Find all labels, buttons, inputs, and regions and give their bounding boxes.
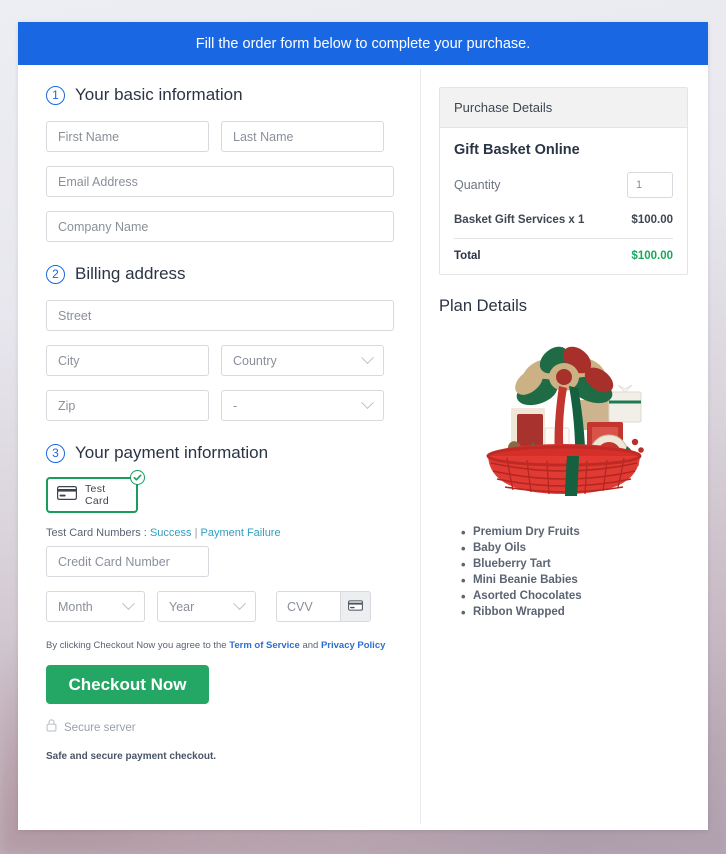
total-row: Total $100.00 <box>454 250 673 262</box>
name-row: First Name Last Name <box>46 121 396 152</box>
link-separator: | <box>194 527 198 539</box>
cvv-input[interactable]: CVV <box>276 591 340 622</box>
card-body: 1 Your basic information First Name Last… <box>18 65 708 830</box>
list-item: Baby Oils <box>461 541 688 556</box>
checkout-now-button[interactable]: Checkout Now <box>46 665 209 704</box>
credit-card-number-input[interactable]: Credit Card Number <box>46 546 209 577</box>
state-select[interactable]: - <box>221 390 384 421</box>
company-name-input[interactable]: Company Name <box>46 211 394 242</box>
test-card-failure-link[interactable]: Payment Failure <box>201 527 281 539</box>
secure-server-row: Secure server <box>46 719 396 737</box>
list-item: Ribbon Wrapped <box>461 605 688 620</box>
cvv-help-button[interactable] <box>340 591 371 622</box>
test-card-label: Test Card <box>85 483 109 507</box>
last-name-input[interactable]: Last Name <box>221 121 384 152</box>
list-item: Mini Beanie Babies <box>461 573 688 588</box>
lock-icon <box>46 719 57 737</box>
purchase-details-panel: Purchase Details Gift Basket Online Quan… <box>439 87 688 275</box>
cvv-group: CVV <box>276 591 371 622</box>
zip-state-row: Zip - <box>46 390 396 421</box>
list-item: Blueberry Tart <box>461 557 688 572</box>
expiry-month-value: Month <box>58 599 93 614</box>
expiry-cvv-row: Month Year CVV <box>46 591 396 622</box>
quantity-input[interactable]: 1 <box>627 172 673 198</box>
order-form-column: 1 Your basic information First Name Last… <box>18 65 420 830</box>
zip-input[interactable]: Zip <box>46 390 209 421</box>
test-card-success-link[interactable]: Success <box>150 527 192 539</box>
expiry-month-select[interactable]: Month <box>46 591 145 622</box>
expiry-year-value: Year <box>169 599 195 614</box>
step-number-badge-3: 3 <box>46 443 65 463</box>
section-header-payment-information: 3 Your payment information <box>46 443 396 463</box>
plan-details-title: Plan Details <box>439 297 528 315</box>
purchase-details-body: Gift Basket Online Quantity 1 Basket Gif… <box>440 128 687 274</box>
test-card-numbers-label: Test Card Numbers : <box>46 527 147 539</box>
test-card-option-wrapper: Test Card <box>46 470 145 513</box>
banner-text: Fill the order form below to complete yo… <box>195 35 531 52</box>
summary-column: Purchase Details Gift Basket Online Quan… <box>421 65 708 830</box>
terms-and: and <box>302 640 319 651</box>
section-header-basic-information: 1 Your basic information <box>46 85 396 105</box>
check-circle-icon <box>130 470 145 485</box>
checkout-card: Fill the order form below to complete yo… <box>18 22 708 830</box>
line-item-label: Basket Gift Services x 1 <box>454 214 585 226</box>
privacy-policy-link[interactable]: Privacy Policy <box>321 640 385 651</box>
state-select-value: - <box>233 398 238 413</box>
country-select[interactable]: Country <box>221 345 384 376</box>
terms-notice: By clicking Checkout Now you agree to th… <box>46 640 396 651</box>
email-address-input[interactable]: Email Address <box>46 166 394 197</box>
city-country-row: City Country <box>46 345 396 376</box>
section-header-billing-address: 2 Billing address <box>46 264 396 284</box>
total-amount: $100.00 <box>631 250 673 262</box>
safe-checkout-note: Safe and secure payment checkout. <box>46 751 217 762</box>
list-item: Asorted Chocolates <box>461 589 688 604</box>
section-title-basic-information: Your basic information <box>75 85 243 104</box>
section-title-billing-address: Billing address <box>75 264 186 283</box>
step-number-badge-1: 1 <box>46 85 65 105</box>
quantity-label: Quantity <box>454 178 501 192</box>
first-name-input[interactable]: First Name <box>46 121 209 152</box>
country-select-value: Country <box>233 353 277 368</box>
test-card-numbers-row: Test Card Numbers : Success | Payment Fa… <box>46 527 396 539</box>
term-of-service-link[interactable]: Term of Service <box>229 640 300 651</box>
chevron-down-icon <box>361 396 374 410</box>
credit-card-icon <box>57 485 77 505</box>
step-number-badge-2: 2 <box>46 264 65 284</box>
total-divider <box>454 238 673 239</box>
purchase-details-header: Purchase Details <box>440 88 687 128</box>
total-label: Total <box>454 250 481 262</box>
section-title-payment-information: Your payment information <box>75 443 269 462</box>
expiry-year-select[interactable]: Year <box>157 591 256 622</box>
gift-basket-image <box>439 330 688 510</box>
page-banner: Fill the order form below to complete yo… <box>18 22 708 65</box>
chevron-down-icon <box>233 597 246 611</box>
chevron-down-icon <box>361 351 374 365</box>
plan-name: Gift Basket Online <box>454 142 580 158</box>
chevron-down-icon <box>122 597 135 611</box>
secure-server-label: Secure server <box>64 722 136 734</box>
credit-card-icon <box>348 598 363 616</box>
list-item: Premium Dry Fruits <box>461 525 688 540</box>
line-item-row: Basket Gift Services x 1 $100.00 <box>454 214 673 226</box>
test-card-option[interactable]: Test Card <box>46 477 138 513</box>
street-input[interactable]: Street <box>46 300 394 331</box>
plan-feature-list: Premium Dry Fruits Baby Oils Blueberry T… <box>461 525 688 620</box>
quantity-row: Quantity 1 <box>454 172 673 198</box>
city-input[interactable]: City <box>46 345 209 376</box>
terms-prefix: By clicking Checkout Now you agree to th… <box>46 640 227 651</box>
line-item-amount: $100.00 <box>631 214 673 226</box>
